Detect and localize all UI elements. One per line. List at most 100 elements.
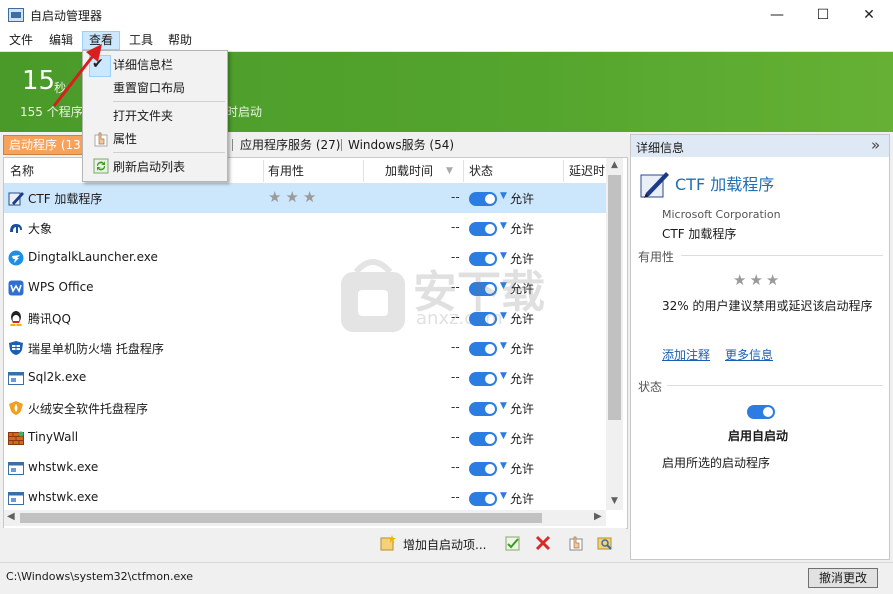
column-load-time[interactable]: 加载时间 — [385, 160, 433, 182]
menu-item-properties[interactable]: 属性 — [113, 130, 137, 148]
status-toggle[interactable] — [469, 222, 497, 236]
details-app-name-secondary: CTF 加载程序 — [662, 227, 737, 241]
column-delay[interactable]: 延迟时间 — [569, 160, 607, 182]
add-note-link[interactable]: 添加注释 — [662, 346, 710, 363]
watermark: 安下载 anxz.com — [338, 252, 548, 342]
menu-file[interactable]: 文件 — [3, 32, 39, 49]
row-name: DingtalkLauncher.exe — [28, 250, 158, 264]
refresh-icon — [93, 158, 109, 174]
row-name: 大象 — [28, 222, 53, 236]
collapse-panel-icon[interactable]: » — [871, 136, 880, 154]
close-button[interactable]: ✕ — [846, 0, 892, 30]
menu-separator — [113, 101, 225, 102]
undo-changes-button[interactable]: 撤消更改 — [808, 568, 878, 588]
menu-item-reset-layout[interactable]: 重置窗口布局 — [113, 79, 185, 97]
scroll-up-icon[interactable]: ▲ — [611, 160, 618, 170]
table-row[interactable]: 火绒安全软件托盘程序 -- ▼ 允许 — [4, 393, 607, 423]
minimize-button[interactable]: — — [754, 0, 800, 30]
status-toggle[interactable] — [469, 432, 497, 446]
open-folder-search-icon[interactable] — [597, 535, 613, 551]
row-status: 允许 — [510, 402, 535, 416]
column-separator[interactable] — [563, 160, 564, 182]
status-toggle[interactable] — [469, 342, 497, 356]
table-row[interactable]: whstwk.exe -- ▼ 允许 — [4, 453, 607, 483]
status-description: 启用所选的启动程序 — [662, 456, 771, 470]
window-title: 自启动管理器 — [30, 9, 103, 23]
autostart-toggle[interactable] — [747, 405, 775, 419]
title-bar: 自启动管理器 — ☐ ✕ — [0, 0, 893, 30]
delete-icon[interactable] — [535, 535, 551, 551]
menu-item-refresh[interactable]: 刷新启动列表 — [113, 158, 185, 176]
status-toggle[interactable] — [469, 402, 497, 416]
table-row[interactable]: Sql2k.exe -- ▼ 允许 — [4, 363, 607, 393]
menu-item-details-bar[interactable]: 详细信息栏 — [113, 56, 173, 74]
status-dropdown-icon[interactable]: ▼ — [500, 401, 507, 411]
row-load-time: -- — [451, 400, 460, 414]
maximize-button[interactable]: ☐ — [800, 0, 846, 30]
menu-tools[interactable]: 工具 — [123, 32, 159, 49]
window-app-icon — [8, 492, 24, 505]
menu-bar: 文件 编辑 查看 工具 帮助 — [0, 30, 893, 52]
add-star-icon[interactable] — [380, 535, 396, 551]
details-title: 详细信息 — [636, 141, 685, 155]
status-dropdown-icon[interactable]: ▼ — [500, 431, 507, 441]
column-separator[interactable] — [463, 160, 464, 182]
status-toggle[interactable] — [469, 492, 497, 506]
huorong-shield-icon — [9, 401, 23, 415]
watermark-sub: anxz.com — [416, 308, 503, 329]
star-icon: ★ — [733, 271, 747, 289]
row-name: CTF 加载程序 — [28, 192, 103, 206]
menu-item-open-folder[interactable]: 打开文件夹 — [113, 107, 173, 125]
row-load-time: -- — [451, 190, 460, 204]
add-startup-button[interactable]: 增加自启动项... — [403, 536, 486, 553]
column-name[interactable]: 名称 — [10, 160, 34, 182]
status-dropdown-icon[interactable]: ▼ — [500, 491, 507, 501]
scroll-down-icon[interactable]: ▼ — [611, 496, 618, 506]
row-name: Sql2k.exe — [28, 370, 87, 384]
check-edit-icon[interactable] — [505, 535, 521, 551]
horizontal-scroll-thumb[interactable] — [20, 513, 542, 523]
row-load-time: -- — [451, 340, 460, 354]
column-usefulness[interactable]: 有用性 — [268, 160, 304, 182]
section-divider — [667, 385, 883, 386]
tab-windows-services[interactable]: Windows服务 (54) — [343, 136, 459, 154]
status-dropdown-icon[interactable]: ▼ — [500, 221, 507, 231]
vertical-scroll-thumb[interactable] — [608, 175, 621, 420]
column-status[interactable]: 状态 — [469, 160, 493, 182]
status-section-label: 状态 — [638, 380, 663, 394]
tab-startup[interactable]: 启动程序 (13) — [3, 135, 92, 155]
status-dropdown-icon[interactable]: ▼ — [500, 371, 507, 381]
menu-help[interactable]: 帮助 — [162, 32, 198, 49]
tab-app-services[interactable]: 应用程序服务 (27) — [235, 136, 345, 154]
scroll-left-icon[interactable]: ◀ — [7, 511, 15, 522]
status-dropdown-icon[interactable]: ▼ — [500, 461, 507, 471]
row-load-time: -- — [451, 220, 460, 234]
banner-subtitle-right: 时启动 — [226, 105, 263, 119]
status-toggle[interactable] — [469, 462, 497, 476]
row-status: 允许 — [510, 432, 535, 446]
status-title: 启用自启动 — [728, 429, 789, 443]
row-name: 火绒安全软件托盘程序 — [28, 402, 149, 416]
star-icon: ★ — [268, 188, 282, 206]
column-separator[interactable] — [263, 160, 264, 182]
details-panel: 详细信息 » CTF 加载程序 Microsoft Corporation CT… — [630, 134, 890, 560]
row-name: 腾讯QQ — [28, 312, 71, 326]
sort-desc-icon[interactable]: ▼ — [446, 166, 453, 176]
table-row[interactable]: whstwk.exe -- ▼ 允许 — [4, 483, 607, 509]
table-row[interactable]: CTF 加载程序 ★ ★ ★ -- ▼ 允许 — [4, 183, 607, 213]
column-separator[interactable] — [363, 160, 364, 182]
scroll-right-icon[interactable]: ▶ — [594, 511, 602, 522]
status-toggle[interactable] — [469, 372, 497, 386]
status-toggle[interactable] — [469, 192, 497, 206]
table-row[interactable]: 大象 -- ▼ 允许 — [4, 213, 607, 243]
firewall-shield-icon — [9, 341, 23, 355]
more-info-link[interactable]: 更多信息 — [725, 346, 773, 363]
status-bar: C:\Windows\system32\ctfmon.exe 撤消更改 — [0, 562, 893, 594]
wps-icon — [8, 280, 24, 296]
status-dropdown-icon[interactable]: ▼ — [500, 191, 507, 201]
properties-hand-icon[interactable] — [568, 535, 584, 551]
row-load-time: -- — [451, 460, 460, 474]
status-dropdown-icon[interactable]: ▼ — [500, 341, 507, 351]
details-app-name: CTF 加载程序 — [675, 175, 775, 194]
table-row[interactable]: TinyWall -- ▼ 允许 — [4, 423, 607, 453]
